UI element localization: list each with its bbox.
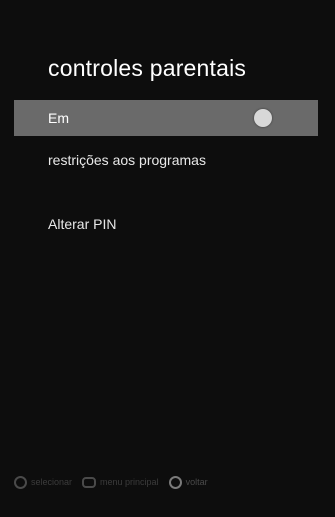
- footer-hints: selecionar menu principal voltar: [14, 470, 324, 494]
- menu-item-on-toggle[interactable]: Em: [14, 100, 318, 136]
- menu-item-label: Alterar PIN: [48, 216, 117, 232]
- hint-label: selecionar: [31, 477, 73, 487]
- parental-controls-panel: controles parentais Em restrições aos pr…: [0, 0, 335, 517]
- hint-label: voltar: [185, 477, 208, 487]
- menu-item-change-pin[interactable]: Alterar PIN: [14, 206, 318, 242]
- toggle-knob-icon[interactable]: [254, 109, 272, 127]
- menu-item-program-restrictions[interactable]: restrições aos programas: [14, 142, 318, 178]
- footer-hint-select: selecionar: [14, 475, 73, 489]
- footer-hint-menu: menu principal: [82, 476, 159, 488]
- menu-item-label: Em: [48, 110, 69, 126]
- hint-label: menu principal: [100, 477, 159, 487]
- page-title: controles parentais: [48, 55, 247, 81]
- select-icon: [14, 475, 27, 489]
- menu-item-label: restrições aos programas: [48, 152, 206, 168]
- menu-icon: [82, 476, 97, 488]
- footer-hint-back: voltar: [168, 475, 208, 489]
- back-icon: [168, 475, 182, 489]
